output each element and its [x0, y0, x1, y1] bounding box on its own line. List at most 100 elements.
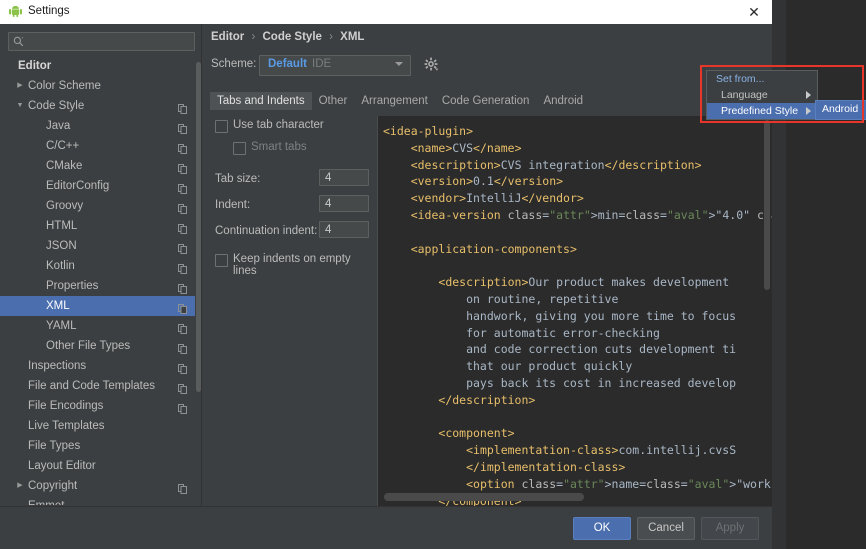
menu-item-predefined-style[interactable]: Predefined Style — [707, 103, 817, 119]
sidebar-item-label: File Encodings — [28, 400, 104, 412]
use-tab-character-label: Use tab character — [233, 119, 324, 131]
settings-main-panel: Editor › Code Style › XML Scheme: Defaul… — [202, 24, 772, 507]
copy-scheme-icon[interactable] — [178, 361, 187, 374]
sidebar-item-cmake[interactable]: CMake — [0, 156, 195, 176]
copy-scheme-icon[interactable] — [178, 121, 187, 134]
chevron-down-icon[interactable]: ▼ — [14, 96, 26, 116]
tab-size-row: Tab size: 4 — [207, 168, 377, 194]
copy-scheme-icon[interactable] — [178, 301, 187, 314]
sidebar-item-editor[interactable]: Editor — [0, 56, 195, 76]
use-tab-character-checkbox[interactable] — [215, 120, 228, 133]
sidebar-item-label: XML — [46, 300, 70, 312]
sidebar-item-c-c[interactable]: C/C++ — [0, 136, 195, 156]
ok-button[interactable]: OK — [573, 517, 631, 540]
copy-scheme-icon[interactable] — [178, 321, 187, 334]
code-line: <description>CVS integration</descriptio… — [410, 157, 702, 172]
sidebar-item-html[interactable]: HTML — [0, 216, 195, 236]
settings-tabs[interactable]: Tabs and Indents Other Arrangement Code Gen… — [210, 92, 590, 110]
sidebar-item-inspections[interactable]: Inspections — [0, 356, 195, 376]
copy-scheme-icon[interactable] — [178, 181, 187, 194]
preview-horizontal-scrollbar[interactable] — [384, 493, 584, 501]
sidebar-item-xml[interactable]: XML — [0, 296, 195, 316]
settings-tree[interactable]: Editor ▶ Color Scheme ▼ Code Style Java C/C++ C… — [0, 56, 195, 505]
code-line: for automatic error-checking — [383, 325, 660, 340]
sidebar-item-label: Layout Editor — [28, 460, 96, 472]
copy-scheme-icon[interactable] — [178, 341, 187, 354]
code-line: </description> — [438, 392, 536, 407]
smart-tabs-row: Smart tabs — [207, 138, 377, 160]
scheme-label: Scheme: — [211, 58, 257, 70]
cancel-button[interactable]: Cancel — [637, 517, 695, 540]
sidebar-item-editorconfig[interactable]: EditorConfig — [0, 176, 195, 196]
code-line: and code correction cuts development ti — [383, 342, 737, 357]
sidebar-item-live-templates[interactable]: Live Templates — [0, 416, 195, 436]
menu-item-language[interactable]: Language — [707, 87, 817, 103]
settings-sidebar: Editor ▶ Color Scheme ▼ Code Style Java C/C++ C… — [0, 24, 202, 549]
apply-button[interactable]: Apply — [701, 517, 759, 540]
copy-scheme-icon[interactable] — [178, 401, 187, 414]
copy-scheme-icon[interactable] — [178, 201, 187, 214]
copy-scheme-icon[interactable] — [178, 101, 187, 114]
indent-input[interactable]: 4 — [319, 195, 369, 212]
preview-vertical-scrollbar[interactable] — [764, 120, 770, 290]
code-line: <implementation-class>com.intellij.cvsS — [466, 443, 737, 458]
copy-scheme-icon[interactable] — [178, 481, 187, 494]
predefined-style-submenu[interactable]: Android — [815, 100, 866, 120]
sidebar-item-label: C/C++ — [46, 140, 80, 152]
chevron-right-icon[interactable]: ▶ — [14, 76, 26, 96]
tab-other[interactable]: Other — [312, 92, 355, 110]
code-line: <version>0.1</version> — [410, 174, 564, 189]
copy-scheme-icon[interactable] — [178, 221, 187, 234]
sidebar-item-emmet[interactable]: Emmet — [0, 496, 195, 505]
copy-scheme-icon[interactable] — [178, 261, 187, 274]
gear-icon[interactable] — [423, 56, 440, 73]
copy-scheme-icon[interactable] — [178, 161, 187, 174]
code-line: <name>CVS</name> — [410, 140, 522, 155]
tab-tabs-and-indents[interactable]: Tabs and Indents — [210, 92, 312, 110]
sidebar-item-file-encodings[interactable]: File Encodings — [0, 396, 195, 416]
sidebar-item-other-file-types[interactable]: Other File Types — [0, 336, 195, 356]
copy-scheme-icon[interactable] — [178, 381, 187, 394]
tab-size-label: Tab size: — [215, 173, 261, 185]
tab-android[interactable]: Android — [536, 92, 590, 110]
continuation-indent-input[interactable]: 4 — [319, 221, 369, 238]
breadcrumb-part-1[interactable]: Editor — [211, 31, 244, 43]
breadcrumb-separator-icon: › — [251, 31, 256, 43]
search-input[interactable] — [8, 32, 195, 51]
menu-item-label: Predefined Style — [721, 105, 799, 117]
tab-code-generation[interactable]: Code Generation — [435, 92, 537, 110]
code-preview-pane[interactable]: <idea-plugin> <name>CVS</name> <descript… — [377, 116, 772, 507]
sidebar-scrollbar[interactable] — [195, 56, 201, 505]
close-icon[interactable]: ✕ — [746, 4, 762, 20]
breadcrumb-part-2[interactable]: Code Style — [262, 31, 321, 43]
sidebar-item-groovy[interactable]: Groovy — [0, 196, 195, 216]
sidebar-item-yaml[interactable]: YAML — [0, 316, 195, 336]
copy-scheme-icon[interactable] — [178, 141, 187, 154]
submenu-item-android[interactable]: Android — [816, 101, 866, 117]
sidebar-item-properties[interactable]: Properties — [0, 276, 195, 296]
sidebar-item-color-scheme[interactable]: ▶ Color Scheme — [0, 76, 195, 96]
sidebar-item-code-style[interactable]: ▼ Code Style — [0, 96, 195, 116]
keep-indents-checkbox[interactable] — [215, 254, 228, 267]
scheme-select[interactable]: Default IDE — [259, 55, 411, 76]
use-tab-character-row[interactable]: Use tab character — [207, 116, 377, 138]
copy-scheme-icon[interactable] — [178, 281, 187, 294]
sidebar-item-copyright[interactable]: ▶ Copyright — [0, 476, 195, 496]
sidebar-item-json[interactable]: JSON — [0, 236, 195, 256]
submenu-arrow-icon — [806, 107, 811, 115]
tab-size-input[interactable]: 4 — [319, 169, 369, 186]
dialog-button-bar: OK Cancel Apply — [0, 506, 772, 549]
sidebar-item-java[interactable]: Java — [0, 116, 195, 136]
chevron-right-icon[interactable]: ▶ — [14, 476, 26, 496]
copy-scheme-icon[interactable] — [178, 241, 187, 254]
tab-arrangement[interactable]: Arrangement — [354, 92, 434, 110]
sidebar-item-file-types[interactable]: File Types — [0, 436, 195, 456]
sidebar-item-layout-editor[interactable]: Layout Editor — [0, 456, 195, 476]
keep-indents-row[interactable]: Keep indents on empty lines — [207, 250, 377, 277]
sidebar-item-file-and-code-templates[interactable]: File and Code Templates — [0, 376, 195, 396]
code-line: <idea-plugin> — [383, 124, 474, 138]
sidebar-item-kotlin[interactable]: Kotlin — [0, 256, 195, 276]
sidebar-item-label: Groovy — [46, 200, 84, 212]
sidebar-scrollbar-thumb[interactable] — [196, 62, 201, 392]
